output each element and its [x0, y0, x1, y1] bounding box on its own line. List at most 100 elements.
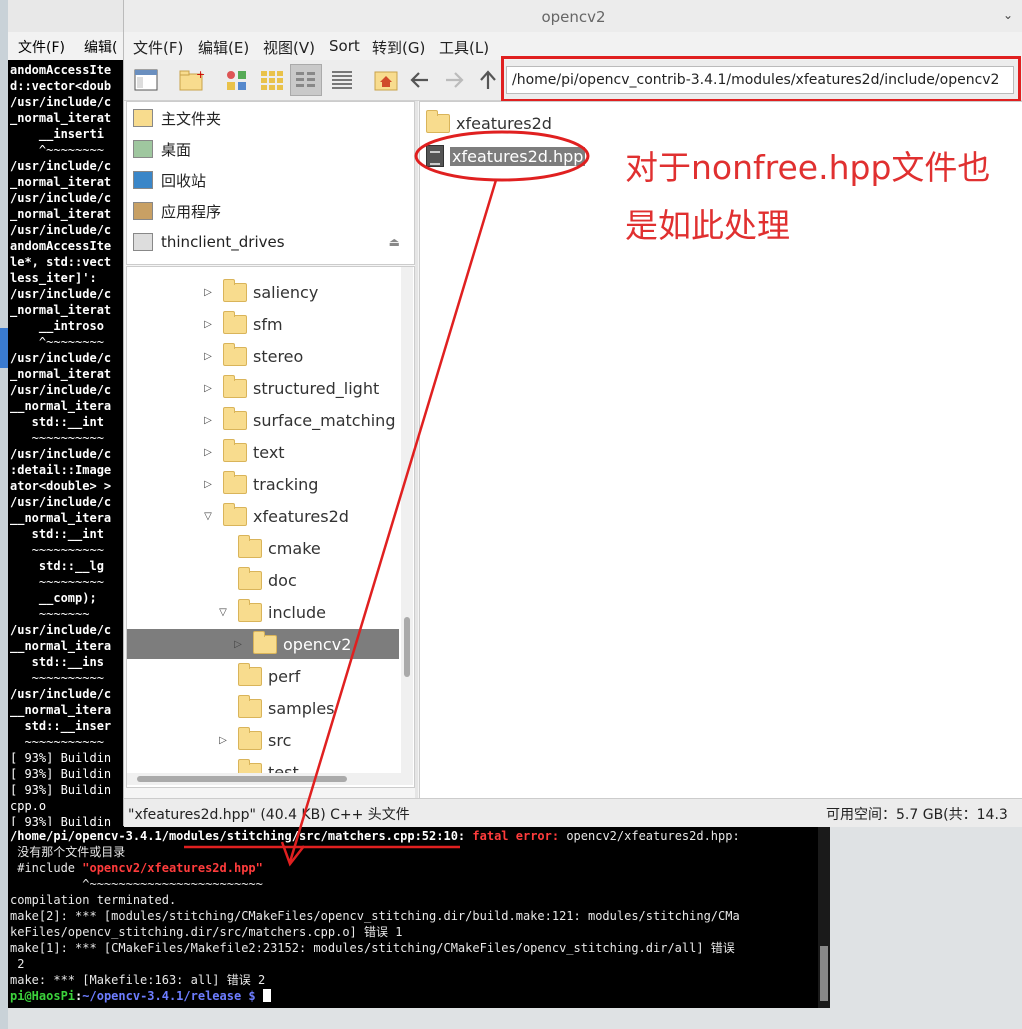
- tree-node[interactable]: samples: [127, 693, 399, 723]
- folder-icon: [223, 310, 247, 334]
- folder-icon: [238, 694, 262, 718]
- menu-go[interactable]: 转到(G): [372, 37, 425, 58]
- place-item[interactable]: 回收站: [133, 166, 408, 194]
- tree-node-label: stereo: [253, 346, 304, 366]
- terminal-line: _normal_iterat: [10, 303, 112, 317]
- place-item[interactable]: 应用程序: [133, 197, 408, 225]
- collapsed-arrow-icon[interactable]: ▷: [201, 287, 215, 298]
- place-item[interactable]: thinclient_drives ⏏: [133, 228, 408, 256]
- desktop-strip: [0, 0, 8, 1029]
- terminal-line: /usr/include/c: [10, 287, 112, 301]
- terminal-menu-file[interactable]: 文件(F): [18, 37, 65, 57]
- include-directive: #include: [10, 861, 83, 875]
- terminal-line: andomAccessIte: [10, 63, 112, 77]
- place-item[interactable]: 桌面: [133, 135, 408, 163]
- folder-icon: [223, 470, 247, 494]
- terminal-line: [ 93%] Buildin: [10, 783, 112, 797]
- collapsed-arrow-icon[interactable]: ▷: [216, 735, 230, 746]
- collapsed-arrow-icon[interactable]: ▷: [201, 351, 215, 362]
- tree-node[interactable]: perf: [127, 661, 399, 691]
- tree-hscrollbar-thumb[interactable]: [137, 776, 347, 782]
- menu-edit[interactable]: 编辑(E): [198, 37, 249, 58]
- tree-node[interactable]: ▷ opencv2: [127, 629, 399, 659]
- list-view-button[interactable]: [326, 64, 358, 96]
- collapsed-arrow-icon[interactable]: ▷: [201, 479, 215, 490]
- toolbar: + /home/pi/opencv_contrib-3.4.1/modules/…: [124, 56, 1022, 102]
- drive-icon: [133, 233, 153, 251]
- path-highlight-box: [501, 56, 1021, 102]
- forward-button[interactable]: [438, 64, 470, 96]
- collapsed-arrow-icon[interactable]: ▷: [201, 447, 215, 458]
- new-window-button[interactable]: [130, 64, 162, 96]
- expanded-arrow-icon[interactable]: ▽: [216, 607, 230, 618]
- tree-scrollbar-thumb[interactable]: [404, 617, 410, 677]
- terminal-menu-edit[interactable]: 编辑(: [84, 37, 117, 57]
- thumbnail-view-icon: [261, 71, 283, 90]
- list-view-icon: [332, 71, 352, 89]
- icon-view-button[interactable]: [222, 64, 254, 96]
- menu-file[interactable]: 文件(F): [133, 37, 183, 58]
- icon-view-icon: [227, 71, 246, 90]
- home-button[interactable]: [370, 64, 402, 96]
- tree-node[interactable]: ▷ saliency: [127, 277, 399, 307]
- file-item[interactable]: xfeatures2d.hpp: [426, 143, 586, 169]
- place-item[interactable]: 主文件夹: [133, 104, 408, 132]
- terminal-line: 2: [10, 957, 25, 971]
- terminal-line: d::vector<doub: [10, 79, 112, 93]
- tree-node[interactable]: ▷ text: [127, 437, 399, 467]
- collapsed-arrow-icon[interactable]: ▷: [231, 639, 245, 650]
- pane-splitter[interactable]: [415, 101, 418, 798]
- tree-node[interactable]: doc: [127, 565, 399, 595]
- file-item[interactable]: xfeatures2d: [426, 109, 552, 136]
- tree-node[interactable]: cmake: [127, 533, 399, 563]
- tree-node[interactable]: ▷ structured_light: [127, 373, 399, 403]
- compact-view-button[interactable]: [290, 64, 322, 96]
- collapsed-arrow-icon[interactable]: ▷: [201, 319, 215, 330]
- new-tab-button[interactable]: +: [176, 64, 208, 96]
- terminal-line: make[2]: *** [modules/stitching/CMakeFil…: [10, 909, 740, 923]
- folder-icon: [223, 342, 247, 366]
- status-free-space: 可用空间：5.7 GB(共：14.3: [826, 807, 1008, 823]
- tree-node[interactable]: ▷ sfm: [127, 309, 399, 339]
- tree-node-label: structured_light: [253, 378, 380, 398]
- folder-icon: [223, 438, 247, 462]
- tree-node[interactable]: ▽ include: [127, 597, 399, 627]
- terminal-line: /usr/include/c: [10, 495, 112, 509]
- terminal-cursor[interactable]: [262, 989, 271, 1002]
- collapsed-arrow-icon[interactable]: ▷: [201, 415, 215, 426]
- expanded-arrow-icon[interactable]: ▽: [201, 511, 215, 522]
- tree-node[interactable]: ▷ tracking: [127, 469, 399, 499]
- eject-icon[interactable]: ⏏: [389, 235, 400, 249]
- places-pane: 主文件夹桌面回收站应用程序 thinclient_drives ⏏: [126, 101, 415, 265]
- place-label: 桌面: [161, 140, 192, 159]
- up-button[interactable]: [472, 64, 504, 96]
- tree-node[interactable]: ▷ src: [127, 725, 399, 755]
- terminal-scrollbar[interactable]: [818, 826, 830, 1008]
- tree-horizontal-scrollbar[interactable]: [127, 773, 401, 785]
- prompt-path: ~/opencv-3.4.1/release $: [82, 989, 256, 1003]
- collapsed-arrow-icon[interactable]: ▷: [201, 383, 215, 394]
- terminal-scrollbar-thumb[interactable]: [820, 946, 828, 1001]
- file-manager-window: opencv2 ⌄ 文件(F) 编辑(E) 视图(V) Sort 转到(G) 工…: [123, 0, 1022, 827]
- tree-vertical-scrollbar[interactable]: [401, 267, 413, 785]
- file-list-pane: xfeatures2d xfeatures2d.hpp 对于nonfree.hpp…: [419, 101, 1022, 800]
- tree-node[interactable]: ▽ xfeatures2d: [127, 501, 399, 531]
- tree-node-label: text: [253, 442, 285, 462]
- desktop-shortcut-icon[interactable]: [0, 328, 8, 368]
- place-label: 回收站: [161, 171, 207, 190]
- terminal-line: __comp);: [10, 591, 97, 605]
- back-button[interactable]: [404, 64, 436, 96]
- thumbnail-view-button[interactable]: [256, 64, 288, 96]
- menu-tools[interactable]: 工具(L): [439, 37, 489, 58]
- menu-view[interactable]: 视图(V): [263, 37, 315, 58]
- chevron-down-icon[interactable]: ⌄: [1003, 8, 1013, 22]
- tree-node[interactable]: ▷ surface_matching: [127, 405, 399, 435]
- menu-sort[interactable]: Sort: [329, 37, 360, 55]
- terminal-titlebar[interactable]: [8, 0, 123, 33]
- folder-icon: [223, 502, 247, 526]
- terminal-line: __inserti: [10, 127, 104, 141]
- tree-node[interactable]: ▷ stereo: [127, 341, 399, 371]
- home-icon: [133, 109, 153, 127]
- window-titlebar[interactable]: opencv2 ⌄: [124, 0, 1022, 33]
- terminal-line: ^~~~~~~~~: [10, 335, 104, 349]
